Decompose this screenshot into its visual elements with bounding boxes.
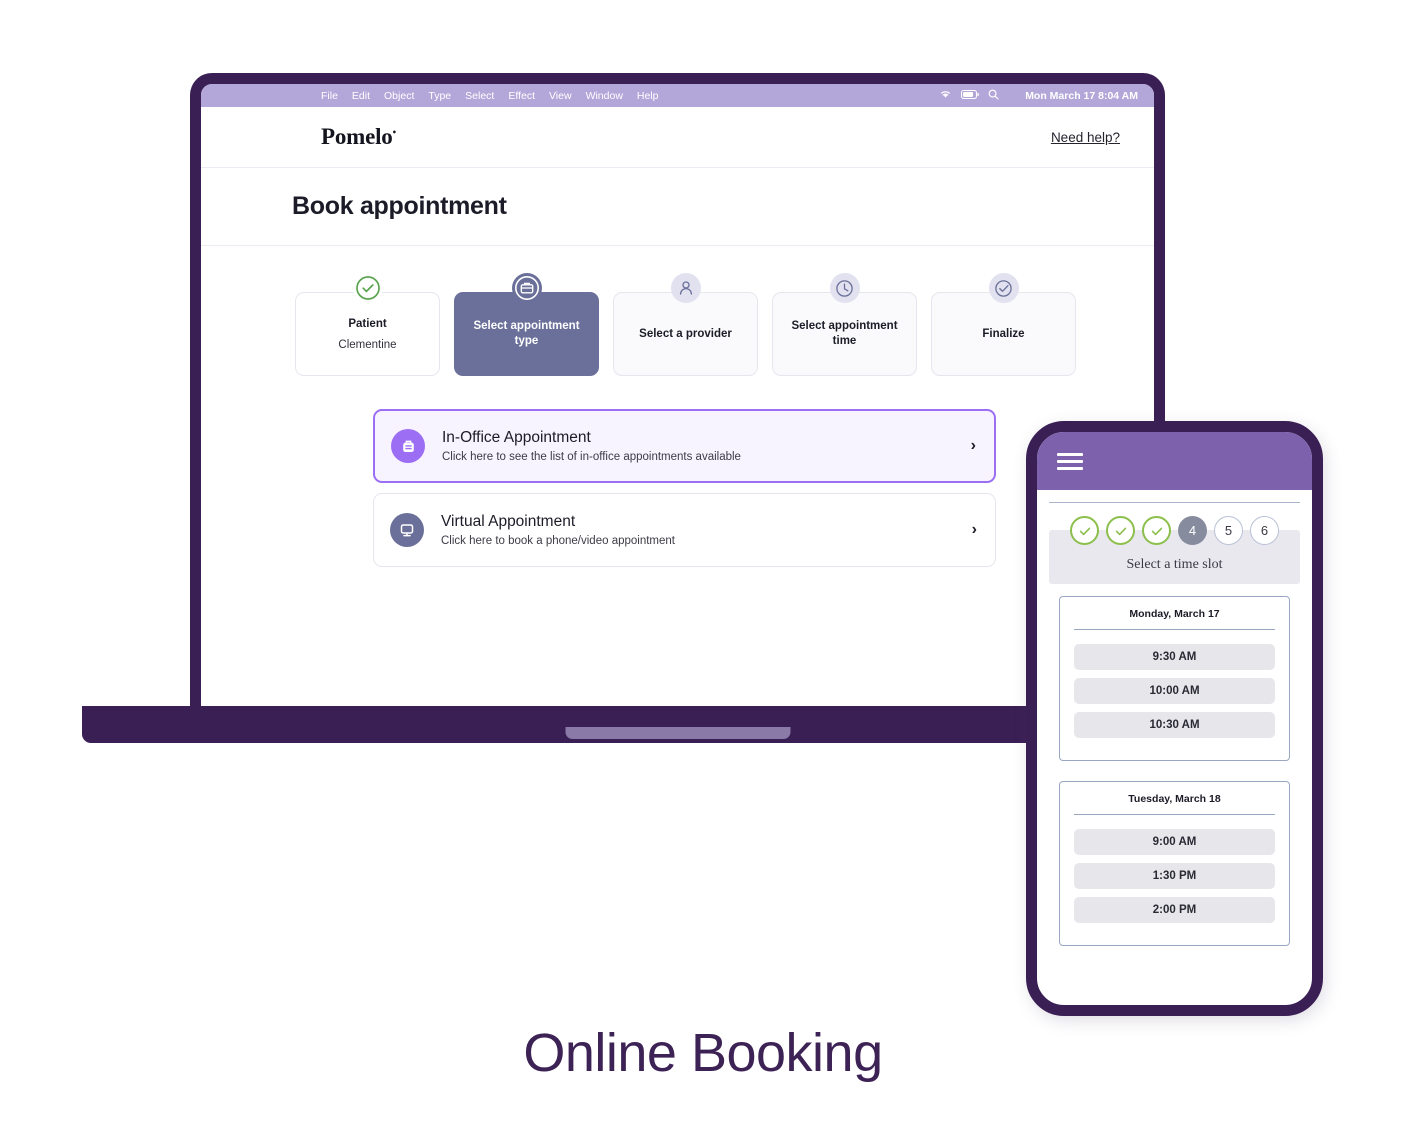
appointment-type-options: In-Office Appointment Click here to see … <box>201 376 1154 567</box>
hamburger-line <box>1057 459 1083 463</box>
step-label-appointment-type: Select appointment type <box>473 320 580 347</box>
menu-item-select[interactable]: Select <box>465 90 494 102</box>
caption-online-booking: Online Booking <box>523 1023 883 1083</box>
option-title-virtual: Virtual Appointment <box>441 513 576 530</box>
menu-item-effect[interactable]: Effect <box>508 90 535 102</box>
time-slot[interactable]: 10:30 AM <box>1074 712 1275 738</box>
menu-item-file[interactable]: File <box>321 90 338 102</box>
check-icon <box>1151 527 1162 535</box>
step-card-appointment-time[interactable]: Select appointment time <box>772 273 917 376</box>
option-text-virtual: Virtual Appointment Click here to book a… <box>441 513 972 547</box>
hamburger-line <box>1057 466 1083 470</box>
laptop-trackpad-notch <box>565 727 790 739</box>
time-slot[interactable]: 10:00 AM <box>1074 678 1275 704</box>
hamburger-line <box>1057 452 1083 456</box>
menu-item-object[interactable]: Object <box>384 90 414 102</box>
phone-step-5[interactable]: 5 <box>1214 516 1243 545</box>
step-label-patient: Patient <box>348 317 387 330</box>
menu-item-help[interactable]: Help <box>637 90 659 102</box>
option-text-in-office: In-Office Appointment Click here to see … <box>442 429 971 463</box>
briefcase-icon <box>511 273 542 303</box>
logo-text: Pomelo <box>321 124 393 149</box>
phone-step-6[interactable]: 6 <box>1250 516 1279 545</box>
menu-bar-clock: Mon March 17 8:04 AM <box>1025 89 1138 102</box>
step-card-appointment-type[interactable]: Select appointment type <box>454 273 599 376</box>
page-title: Book appointment <box>292 192 507 220</box>
chevron-right-icon[interactable]: › <box>971 437 976 455</box>
hamburger-menu-icon[interactable] <box>1057 452 1083 470</box>
chevron-right-icon[interactable]: › <box>972 521 977 539</box>
status-icon-group <box>939 89 999 103</box>
phone-step-list: 4 5 6 <box>1049 516 1300 545</box>
step-label-finalize: Finalize <box>982 327 1025 340</box>
check-icon <box>1079 527 1090 535</box>
need-help-link[interactable]: Need help? <box>1051 130 1120 145</box>
page-title-band: Book appointment <box>201 168 1154 246</box>
phone-step-label: Select a time slot <box>1126 557 1223 572</box>
time-slot[interactable]: 2:00 PM <box>1074 897 1275 923</box>
step-label-appointment-time: Select appointment time <box>791 320 898 347</box>
phone-top-bar <box>1037 432 1312 490</box>
search-icon[interactable] <box>988 89 999 103</box>
day-heading-monday: Monday, March 17 <box>1074 608 1275 630</box>
time-slot[interactable]: 1:30 PM <box>1074 863 1275 889</box>
laptop-screen: File Edit Object Type Select Effect View… <box>190 73 1165 707</box>
clock-icon <box>829 273 860 303</box>
battery-icon[interactable] <box>961 89 979 102</box>
site-header: Pomelo• Need help? <box>201 107 1154 168</box>
option-virtual-appointment[interactable]: Virtual Appointment Click here to book a… <box>373 493 996 567</box>
phone-step-2[interactable] <box>1106 516 1135 545</box>
step-card-finalize[interactable]: Finalize <box>931 273 1076 376</box>
phone-step-1[interactable] <box>1070 516 1099 545</box>
option-subtitle-virtual: Click here to book a phone/video appoint… <box>441 535 675 547</box>
check-icon <box>1115 527 1126 535</box>
logo-mark: • <box>392 127 397 139</box>
phone-mockup: 4 5 6 Select a time slot Monday, March 1… <box>1026 421 1323 1016</box>
check-badge-icon <box>988 273 1019 303</box>
person-icon <box>670 273 701 303</box>
day-card-monday: Monday, March 17 9:30 AM 10:00 AM 10:30 … <box>1059 596 1290 761</box>
wifi-icon[interactable] <box>939 89 952 102</box>
monitor-icon <box>390 513 424 547</box>
check-circle-icon <box>352 273 383 303</box>
pomelo-logo[interactable]: Pomelo• <box>321 124 396 150</box>
day-card-tuesday: Tuesday, March 18 9:00 AM 1:30 PM 2:00 P… <box>1059 781 1290 946</box>
laptop-mockup: File Edit Object Type Select Effect View… <box>82 73 1406 990</box>
time-slot[interactable]: 9:30 AM <box>1074 644 1275 670</box>
menu-item-window[interactable]: Window <box>586 90 623 102</box>
step-label-provider: Select a provider <box>639 327 732 340</box>
briefcase-icon <box>391 429 425 463</box>
time-slot[interactable]: 9:00 AM <box>1074 829 1275 855</box>
option-subtitle-in-office: Click here to see the list of in-office … <box>442 451 741 463</box>
menu-item-edit[interactable]: Edit <box>352 90 370 102</box>
phone-stepper: 4 5 6 Select a time slot <box>1049 503 1300 587</box>
appointment-stepper: Patient Clementine Select appointment ty… <box>201 246 1154 376</box>
step-card-provider[interactable]: Select a provider <box>613 273 758 376</box>
phone-step-3[interactable] <box>1142 516 1171 545</box>
step-card-patient[interactable]: Patient Clementine <box>295 273 440 376</box>
menu-item-type[interactable]: Type <box>428 90 451 102</box>
time-slot-day-list: Monday, March 17 9:30 AM 10:00 AM 10:30 … <box>1037 587 1312 946</box>
option-in-office-appointment[interactable]: In-Office Appointment Click here to see … <box>373 409 996 483</box>
step-sub-patient-name: Clementine <box>338 339 397 352</box>
phone-step-4[interactable]: 4 <box>1178 516 1207 545</box>
option-title-in-office: In-Office Appointment <box>442 429 591 446</box>
menu-item-view[interactable]: View <box>549 90 572 102</box>
day-heading-tuesday: Tuesday, March 18 <box>1074 793 1275 815</box>
os-menu-bar: File Edit Object Type Select Effect View… <box>201 84 1154 107</box>
